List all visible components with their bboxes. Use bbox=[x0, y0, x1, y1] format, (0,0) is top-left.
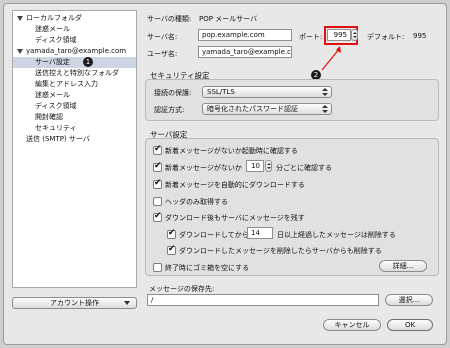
delete-after-suffix: 日以上経過したメッセージは削除する bbox=[277, 231, 396, 239]
auto-download-checkbox[interactable] bbox=[153, 178, 162, 189]
check-every-prefix: 新着メッセージがないか bbox=[165, 164, 242, 172]
delete-after-prefix: ダウンロードしてから bbox=[179, 231, 249, 239]
updown-arrows-icon bbox=[322, 105, 328, 113]
callout-arrow-line bbox=[321, 47, 341, 71]
updown-arrows-icon bbox=[322, 88, 328, 96]
auth-method-select[interactable]: 暗号化されたパスワード認証 bbox=[202, 103, 332, 115]
cancel-button[interactable]: キャンセル bbox=[323, 319, 381, 331]
advanced-button[interactable]: 詳細... bbox=[379, 260, 427, 272]
server-settings-group: 新着メッセージがないか起動時に確認する 新着メッセージがないか 10 分ごとに確… bbox=[145, 138, 439, 276]
browse-button[interactable]: 選択... bbox=[385, 294, 433, 306]
check-every-suffix: 分ごとに確認する bbox=[276, 164, 332, 172]
leave-on-server-label: ダウンロード後もサーバにメッセージを残す bbox=[165, 214, 305, 222]
delete-after-days-input[interactable]: 14 bbox=[247, 227, 273, 239]
headers-only-label: ヘッダのみ取得する bbox=[165, 198, 228, 206]
leave-on-server-checkbox[interactable] bbox=[153, 211, 162, 222]
storage-path-input[interactable]: / bbox=[147, 294, 379, 306]
ok-button[interactable]: OK bbox=[387, 319, 433, 331]
connection-security-label: 接続の保護: bbox=[154, 89, 192, 97]
delete-when-removed-checkbox[interactable] bbox=[167, 244, 176, 255]
account-settings-window: ローカルフォルダ 迷惑メール ディスク領域 yamada_taro@exampl… bbox=[3, 3, 447, 345]
storage-label: メッセージの保存先: bbox=[149, 285, 215, 293]
headers-only-checkbox[interactable] bbox=[153, 197, 162, 206]
check-every-checkbox[interactable] bbox=[153, 161, 162, 172]
delete-after-days-checkbox[interactable] bbox=[167, 228, 176, 239]
check-on-startup-checkbox[interactable] bbox=[153, 144, 162, 155]
empty-trash-checkbox[interactable] bbox=[153, 263, 162, 272]
delete-when-removed-label: ダウンロードしたメッセージを削除したらサーバからも削除する bbox=[179, 247, 382, 255]
check-every-minutes-input[interactable]: 10 bbox=[246, 160, 264, 172]
empty-trash-label: 終了時にゴミ箱を空にする bbox=[165, 264, 250, 272]
auto-download-label: 新着メッセージを自動的にダウンロードする bbox=[165, 181, 305, 189]
connection-security-value: SSL/TLS bbox=[207, 88, 235, 96]
connection-security-select[interactable]: SSL/TLS bbox=[202, 86, 332, 98]
check-on-startup-label: 新着メッセージがないか起動時に確認する bbox=[165, 147, 298, 155]
auth-method-label: 認証方式: bbox=[154, 106, 185, 114]
check-every-stepper[interactable] bbox=[265, 160, 272, 172]
security-group: 接続の保護: SSL/TLS 認証方式: 暗号化されたパスワード認証 bbox=[145, 79, 439, 121]
auth-method-value: 暗号化されたパスワード認証 bbox=[207, 105, 298, 113]
